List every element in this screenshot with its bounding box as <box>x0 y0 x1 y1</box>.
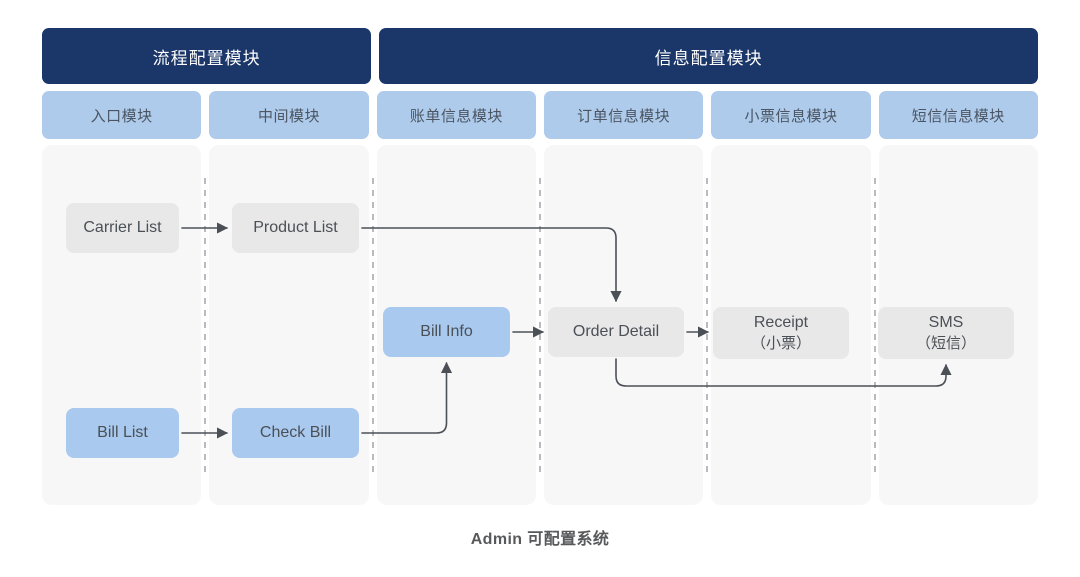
node-bill-list[interactable]: Bill List <box>66 408 179 458</box>
node-label: Check Bill <box>259 423 332 441</box>
node-label: Order Detail <box>572 322 660 340</box>
node-bill-info[interactable]: Bill Info <box>383 307 510 357</box>
node-product-list[interactable]: Product List <box>232 203 359 253</box>
diagram-caption: Admin 可配置系统 <box>470 531 610 548</box>
column-header-0[interactable]: 入口模块 <box>42 91 202 139</box>
node-label: Receipt <box>753 313 809 331</box>
group-header-0: 流程配置模块 <box>42 28 372 84</box>
node-label: Carrier List <box>83 218 162 236</box>
column-header-2[interactable]: 账单信息模块 <box>376 91 536 139</box>
diagram-root: 流程配置模块 信息配置模块 入口模块 中间模块 账单信息模块 订单信息模块 小票信息模块短… <box>0 0 1080 577</box>
group-header-row: 流程配置模块 信息配置模块 <box>42 28 1038 84</box>
node-sublabel: （短信） <box>915 334 976 352</box>
node-carrier-list[interactable]: Carrier List <box>66 203 179 253</box>
column-header-3[interactable]: 订单信息模块 <box>543 91 704 139</box>
column-header-4[interactable]: 小票信息模块 <box>711 91 871 139</box>
column-header-row: 入口模块 中间模块 账单信息模块 订单信息模块 小票信息模块 短信信息模块 <box>42 91 1038 139</box>
node-label: Bill List <box>97 423 148 441</box>
group-header-1: 信息配置模块 <box>379 28 1038 84</box>
node-label: Bill Info <box>420 322 473 340</box>
node-label: Product List <box>253 218 338 236</box>
node-receipt[interactable]: Receipt （小票） <box>713 307 849 359</box>
column-header-1[interactable]: 中间模块 <box>209 91 369 139</box>
node-sublabel: （小票） <box>750 334 811 352</box>
column-header-5[interactable]: 短信信息模块 <box>878 91 1038 139</box>
node-check-bill[interactable]: Check Bill <box>232 408 359 458</box>
node-order-detail[interactable]: Order Detail <box>548 307 684 357</box>
node-sms[interactable]: SMS （短信） <box>878 307 1014 359</box>
node-label: SMS <box>928 313 964 331</box>
